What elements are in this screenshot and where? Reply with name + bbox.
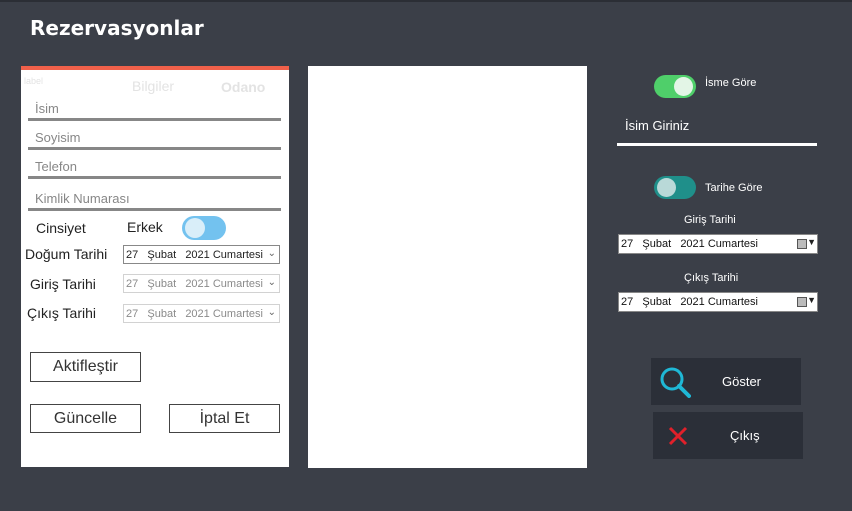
gender-value-label: Erkek xyxy=(127,219,163,235)
isim-field[interactable]: İsim xyxy=(28,94,281,121)
telefon-field[interactable]: Telefon xyxy=(28,152,281,179)
telefon-placeholder: Telefon xyxy=(35,159,77,174)
iptal-et-button[interactable]: İptal Et xyxy=(169,404,280,433)
giris-tarihi-value: 27 Şubat 2021 Cumartesi xyxy=(126,278,263,290)
isme-gore-toggle[interactable] xyxy=(654,75,696,98)
tarihe-gore-toggle[interactable] xyxy=(654,176,696,199)
dogum-tarihi-label: Doğum Tarihi xyxy=(25,246,108,262)
faded-bilgiler: Bilgiler xyxy=(132,78,175,94)
dogum-tarihi-picker[interactable]: 27 Şubat 2021 Cumartesi ⌄ xyxy=(123,245,280,264)
dropdown-arrow-icon: ▼ xyxy=(807,237,816,247)
search-giris-tarihi-picker[interactable]: 27 Şubat 2021 Cumartesi ▼ xyxy=(618,234,818,254)
calendar-icon xyxy=(797,297,807,307)
aktiflestir-button[interactable]: Aktifleştir xyxy=(30,352,141,382)
name-search-input[interactable]: İsim Giriniz xyxy=(617,109,817,146)
search-cikis-tarihi-value: 27 Şubat 2021 Cumartesi xyxy=(621,296,758,308)
kimlik-placeholder: Kimlik Numarası xyxy=(35,191,130,206)
isme-gore-toggle-knob xyxy=(674,77,693,96)
name-search-placeholder: İsim Giriniz xyxy=(625,118,690,133)
reservation-form-panel: label Bilgiler Odano İsim Soyisim Telefo… xyxy=(21,66,289,467)
reservations-grid[interactable] xyxy=(308,66,587,468)
dropdown-arrow-icon: ▼ xyxy=(807,295,816,305)
cinsiyet-label: Cinsiyet xyxy=(36,220,86,236)
tarihe-gore-label: Tarihe Göre xyxy=(705,182,763,194)
search-cikis-tarihi-label: Çıkış Tarihi xyxy=(684,272,739,284)
search-icon xyxy=(660,367,691,398)
chevron-down-icon: ⌄ xyxy=(267,277,276,288)
gender-toggle-knob xyxy=(185,218,205,238)
giris-tarihi-picker[interactable]: 27 Şubat 2021 Cumartesi ⌄ xyxy=(123,274,280,293)
window-top-border xyxy=(0,0,852,2)
giris-tarihi-label: Giriş Tarihi xyxy=(30,276,96,292)
search-cikis-tarihi-picker[interactable]: 27 Şubat 2021 Cumartesi ▼ xyxy=(618,292,818,312)
goster-label: Göster xyxy=(722,374,762,389)
chevron-down-icon: ⌄ xyxy=(267,307,276,318)
cikis-button[interactable]: Çıkış xyxy=(653,412,803,459)
cikis-tarihi-label: Çıkış Tarihi xyxy=(27,305,96,321)
gender-toggle[interactable] xyxy=(182,216,226,240)
soyisim-placeholder: Soyisim xyxy=(35,130,81,145)
search-giris-tarihi-value: 27 Şubat 2021 Cumartesi xyxy=(621,238,758,250)
guncelle-button[interactable]: Güncelle xyxy=(30,404,141,433)
isme-gore-label: İsme Göre xyxy=(705,77,757,89)
chevron-down-icon: ⌄ xyxy=(267,248,276,259)
search-giris-tarihi-label: Giriş Tarihi xyxy=(684,214,736,226)
isim-placeholder: İsim xyxy=(35,101,59,116)
kimlik-field[interactable]: Kimlik Numarası xyxy=(28,183,281,211)
tarihe-gore-toggle-knob xyxy=(657,178,676,197)
soyisim-field[interactable]: Soyisim xyxy=(28,123,281,150)
page-title: Rezervasyonlar xyxy=(30,16,204,40)
calendar-icon xyxy=(797,239,807,249)
close-icon xyxy=(668,426,688,446)
cikis-tarihi-picker[interactable]: 27 Şubat 2021 Cumartesi ⌄ xyxy=(123,304,280,323)
cikis-tarihi-value: 27 Şubat 2021 Cumartesi xyxy=(126,308,263,320)
goster-button[interactable]: Göster xyxy=(651,358,801,405)
dogum-tarihi-value: 27 Şubat 2021 Cumartesi xyxy=(126,249,263,261)
cikis-label: Çıkış xyxy=(730,428,760,443)
faded-label: label xyxy=(24,76,44,86)
faded-odano: Odano xyxy=(221,79,266,95)
